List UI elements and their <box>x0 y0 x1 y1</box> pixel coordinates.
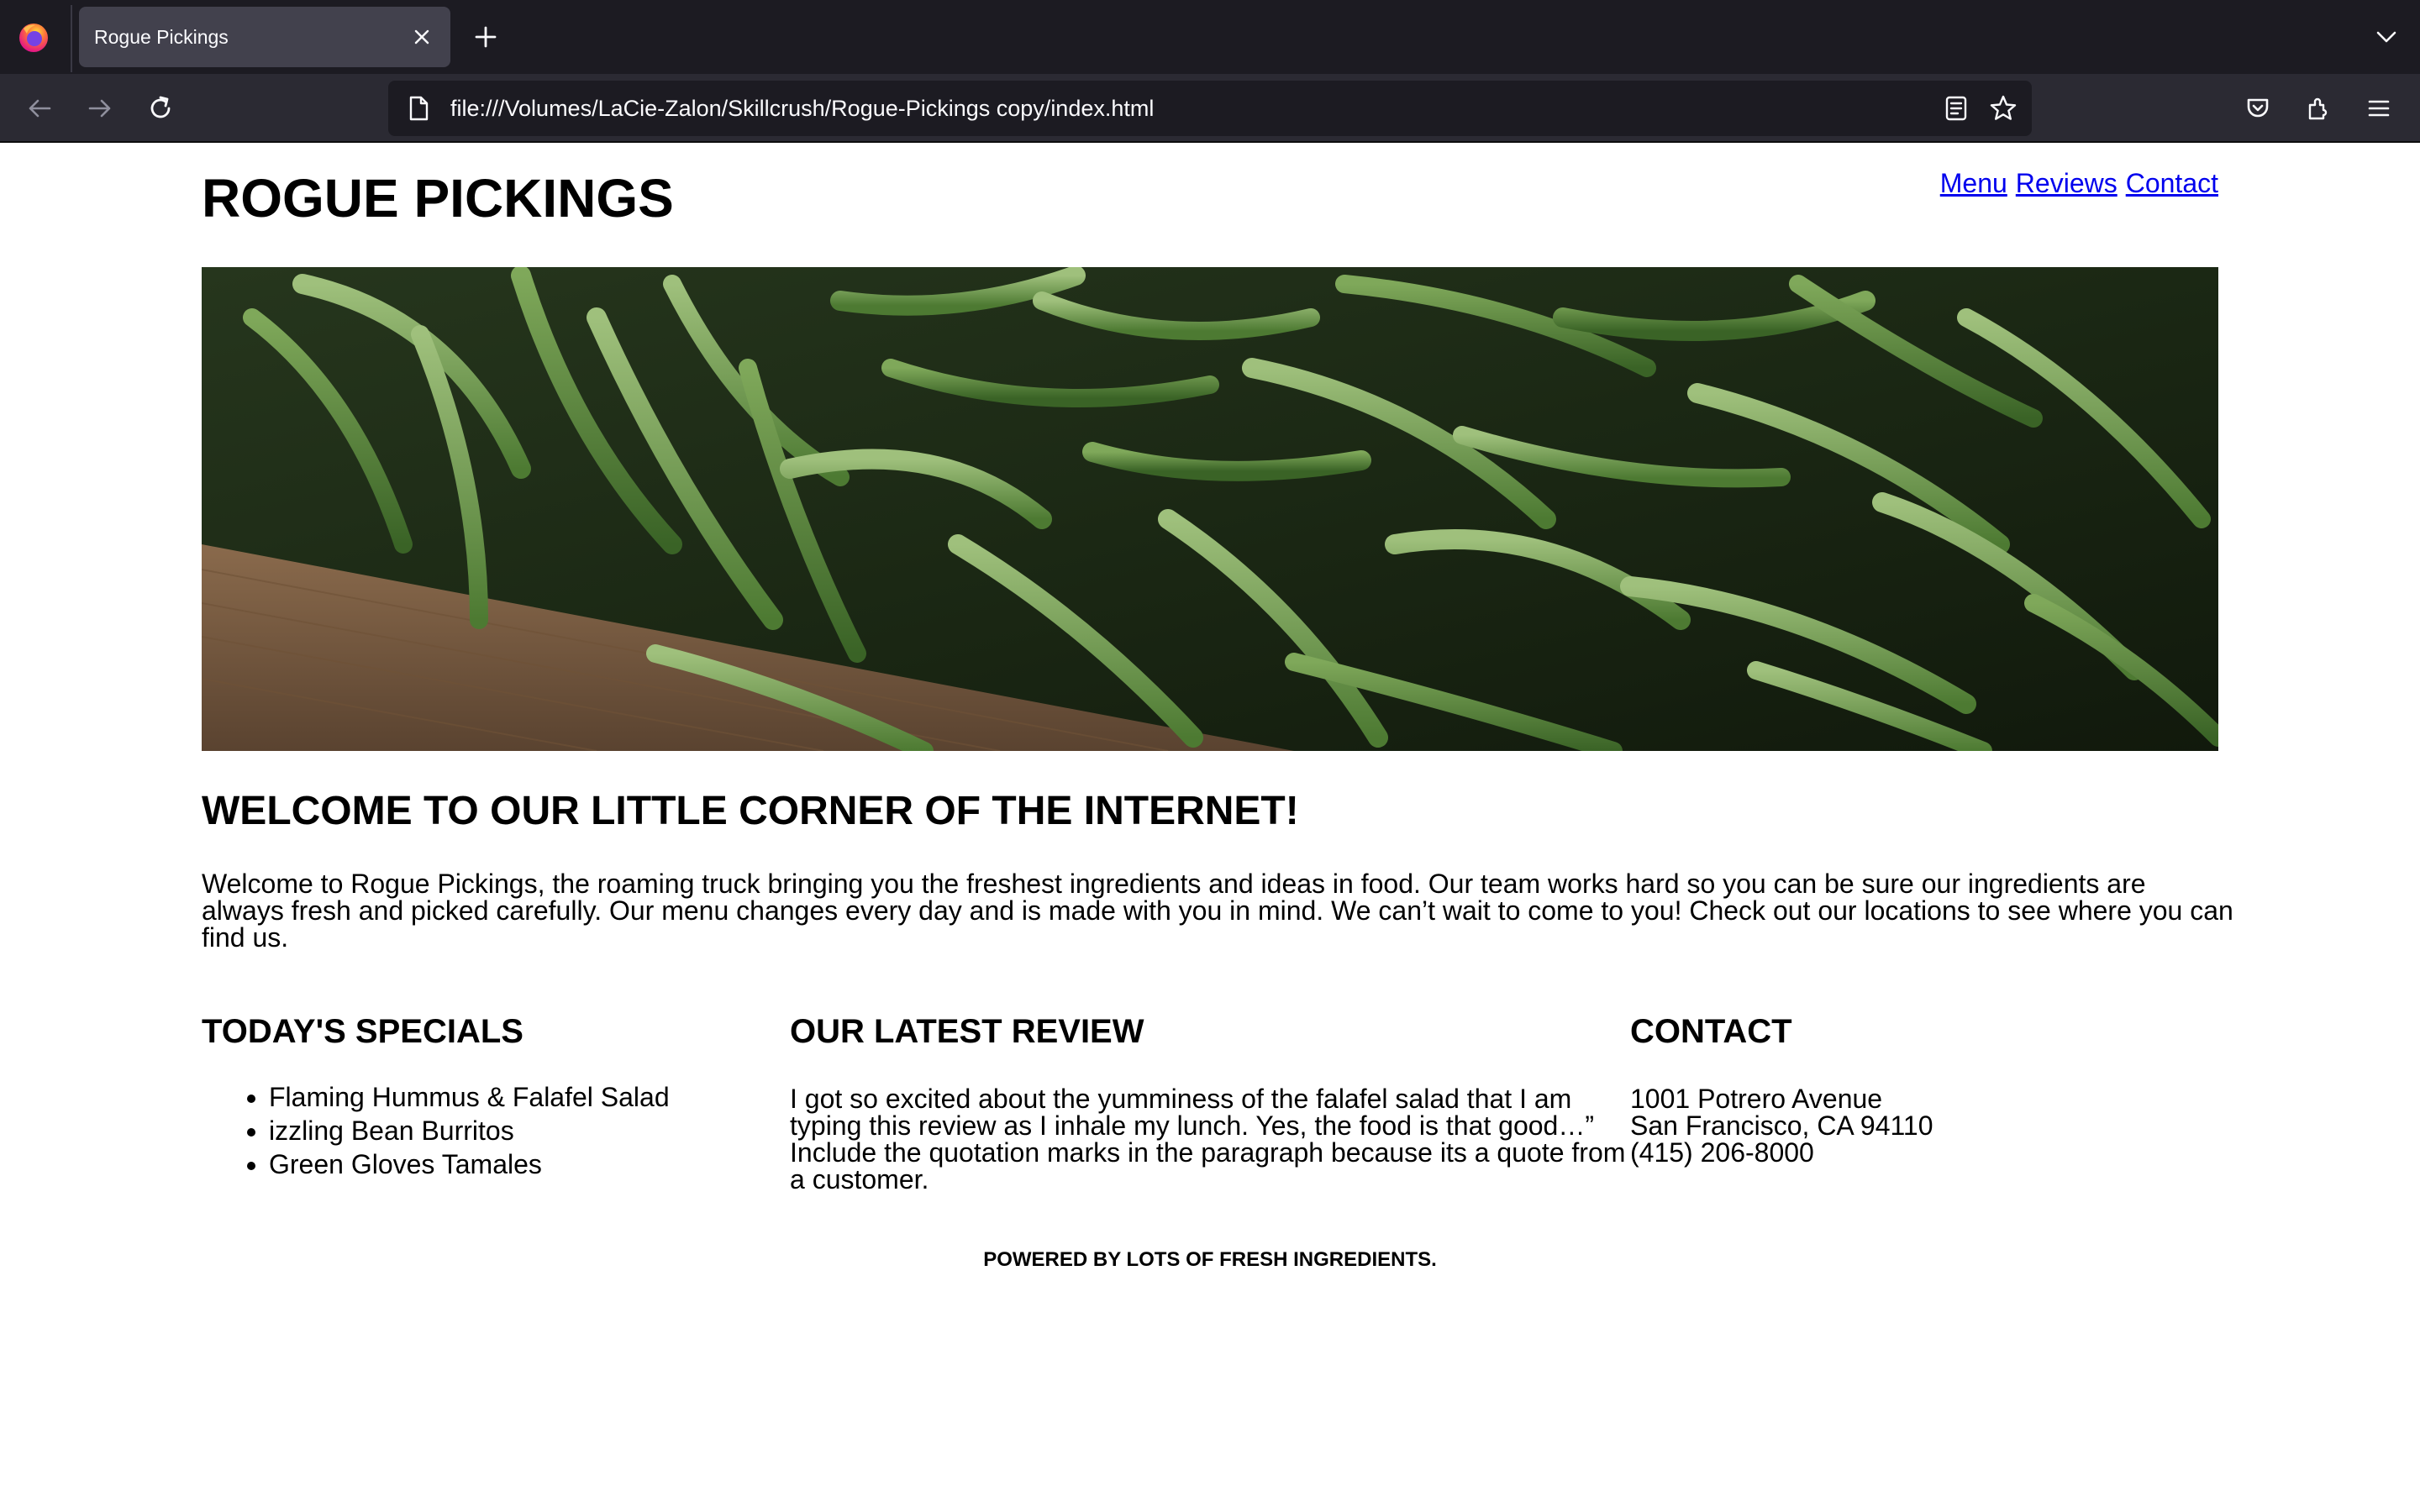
address-line-1: 1001 Potrero Avenue <box>1630 1084 1883 1114</box>
nav-link-contact[interactable]: Contact <box>2126 168 2218 199</box>
navigation-toolbar: file:///Volumes/LaCie-Zalon/Skillcrush/R… <box>0 74 2420 143</box>
site-title: ROGUE PICKINGS <box>202 168 674 228</box>
tab-rogue-pickings[interactable]: Rogue Pickings <box>79 7 450 67</box>
plus-icon[interactable] <box>469 20 502 54</box>
site-nav: Menu Reviews Contact <box>1940 168 2218 199</box>
footer-text: POWERED BY LOTS OF FRESH INGREDIENTS. <box>983 1248 1437 1271</box>
welcome-paragraph: Welcome to Rogue Pickings, the roaming t… <box>202 869 2233 953</box>
reload-icon[interactable] <box>143 91 178 126</box>
tab-separator <box>71 5 72 72</box>
page-icon <box>402 92 435 125</box>
review-heading: OUR LATEST REVIEW <box>790 1013 1144 1050</box>
list-item: Flaming Hummus & Falafel Salad <box>269 1080 670 1114</box>
contact-heading: CONTACT <box>1630 1013 1792 1050</box>
url-text[interactable]: file:///Volumes/LaCie-Zalon/Skillcrush/R… <box>450 96 1938 122</box>
contact-info: 1001 Potrero Avenue San Francisco, CA 94… <box>1630 1085 1933 1166</box>
back-arrow-icon[interactable] <box>22 91 57 126</box>
list-item: Green Gloves Tamales <box>269 1147 670 1181</box>
close-icon[interactable] <box>405 20 439 54</box>
firefox-logo-icon[interactable] <box>17 20 50 54</box>
nav-link-reviews[interactable]: Reviews <box>2016 168 2118 199</box>
tab-bar: Rogue Pickings <box>0 0 2420 74</box>
chevron-down-icon[interactable] <box>2370 20 2403 54</box>
list-item: izzling Bean Burritos <box>269 1114 670 1147</box>
extensions-icon[interactable] <box>2301 91 2336 126</box>
welcome-heading: WELCOME TO OUR LITTLE CORNER OF THE INTE… <box>202 789 1299 833</box>
web-page: ROGUE PICKINGS Menu Reviews Contact WELC… <box>0 143 2420 1512</box>
review-paragraph: I got so excited about the yumminess of … <box>790 1084 1626 1194</box>
hero-green-beans-image <box>202 267 2218 751</box>
hamburger-menu-icon[interactable] <box>2361 91 2396 126</box>
address-line-2: San Francisco, CA 94110 <box>1630 1110 1933 1141</box>
forward-arrow-icon[interactable] <box>82 91 118 126</box>
phone-number: (415) 206-8000 <box>1630 1137 1814 1168</box>
pocket-icon[interactable] <box>2240 91 2275 126</box>
specials-list: Flaming Hummus & Falafel Salad izzling B… <box>202 1080 670 1181</box>
star-icon[interactable] <box>1985 90 2022 127</box>
nav-link-menu[interactable]: Menu <box>1940 168 2007 199</box>
tab-title: Rogue Pickings <box>94 25 229 48</box>
url-bar[interactable]: file:///Volumes/LaCie-Zalon/Skillcrush/R… <box>388 81 2032 136</box>
reader-view-icon[interactable] <box>1938 90 1975 127</box>
specials-heading: TODAY'S SPECIALS <box>202 1013 523 1050</box>
